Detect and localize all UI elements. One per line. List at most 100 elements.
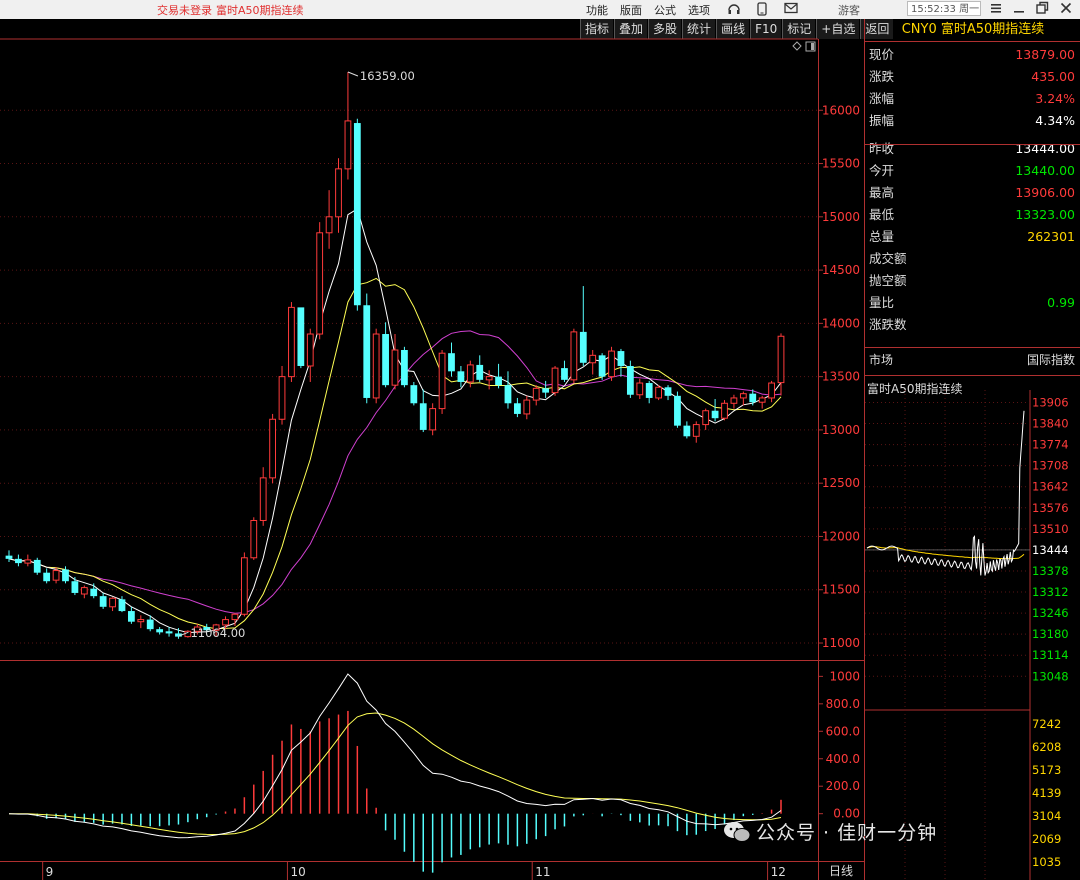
title-bar: 交易未登录 富时A50期指连续 功能 版面 公式 选项 游客 15:52:33 … — [0, 0, 1080, 19]
candle-body-up — [777, 335, 785, 384]
candle-body-down — [297, 307, 305, 366]
quote-value: 262301 — [1027, 229, 1075, 244]
candle-body-down — [33, 559, 41, 573]
restore-icon[interactable] — [1036, 1, 1049, 18]
price-tick-label: 14000 — [822, 316, 860, 330]
price-tick-label: 12000 — [822, 529, 860, 543]
market-label: 市场 — [869, 353, 894, 367]
menu-options[interactable]: 选项 — [688, 2, 710, 18]
quote-value: 13323.00 — [1015, 207, 1075, 222]
watermark-text: 公众号 · 佳财一分钟 — [756, 822, 938, 844]
quote-label: 现价 — [869, 47, 895, 62]
menu-icon[interactable] — [990, 1, 1002, 18]
candle-body-up — [589, 354, 597, 364]
mini-price-label: 13774 — [1032, 438, 1069, 452]
candle-body-up — [222, 619, 229, 626]
macd-tick-label: 200.0 — [826, 779, 860, 793]
price-tick-label: 16000 — [822, 103, 860, 117]
candle-body-down — [382, 334, 389, 386]
quote-value: 4.34% — [1035, 113, 1075, 128]
mini-volume-label: 6208 — [1032, 740, 1061, 754]
quote-label: 涨幅 — [869, 91, 895, 106]
candle-body-up — [269, 418, 276, 479]
candle-body-up — [278, 376, 286, 420]
quote-value: 13906.00 — [1015, 185, 1075, 200]
quote-label: 振幅 — [869, 113, 895, 128]
quote-row: 最高 13906.00 — [867, 182, 1077, 204]
mini-price-label: 13246 — [1032, 606, 1069, 620]
quote-row: 现价 13879.00 — [867, 44, 1077, 66]
candle-body-down — [410, 385, 418, 404]
candle-body-down — [598, 355, 606, 377]
candle-body-down — [683, 425, 691, 437]
mini-price-label: 13378 — [1032, 564, 1069, 578]
quote-label: 最高 — [869, 185, 895, 200]
quote-row: 涨幅 3.24% — [867, 88, 1077, 110]
candle-body-up — [372, 333, 380, 399]
headset-icon[interactable] — [727, 2, 741, 19]
candle-body-down — [645, 383, 653, 398]
quote-name: 富时A50期指连续 — [940, 22, 1045, 37]
candle-body-up — [240, 557, 248, 615]
candle-body-up — [259, 477, 267, 521]
mini-price-label: 13840 — [1032, 417, 1069, 431]
date-label: 10 — [290, 865, 305, 879]
intraday-chart[interactable]: 13906 13840 13774 13708 13642 13576 13510 13444… — [865, 390, 1080, 880]
candle-body-down — [495, 376, 502, 386]
candle-body-up — [335, 168, 342, 218]
user-label[interactable]: 游客 — [838, 2, 860, 18]
mini-volume-label: 3104 — [1032, 809, 1061, 823]
quote-label: 最低 — [869, 207, 895, 222]
minimize-icon[interactable] — [1013, 1, 1025, 18]
diamond-icon — [792, 41, 802, 51]
price-gridlines — [0, 109, 818, 644]
candle-body-up — [316, 232, 324, 335]
quote-label: 总量 — [869, 229, 895, 244]
candle-body-up — [438, 352, 446, 410]
candle-body-up — [692, 424, 700, 437]
phone-icon[interactable] — [756, 2, 768, 19]
menu-formula[interactable]: 公式 — [654, 2, 676, 18]
candle-body-down — [514, 403, 521, 414]
kline-chart[interactable]: 11000 11500 12000 12500 13000 13500 14000 14500… — [0, 19, 864, 880]
mini-price-label: 13048 — [1032, 669, 1069, 683]
login-status[interactable]: 交易未登录 — [157, 2, 212, 18]
candle-body-up — [485, 376, 493, 381]
price-tick-label: 13000 — [822, 423, 860, 437]
mini-volume-label: 1035 — [1032, 855, 1061, 869]
mini-volume-label: 4139 — [1032, 786, 1061, 800]
quote-separator — [865, 347, 1080, 348]
mini-price-label: 13576 — [1032, 501, 1069, 515]
candle-body-up — [109, 597, 116, 608]
candle-body-down — [401, 350, 408, 386]
quote-value: 435.00 — [1031, 69, 1075, 84]
date-label: 12 — [771, 865, 786, 879]
candle-body-down — [363, 305, 371, 398]
quote-row: 量比 0.99 — [867, 292, 1077, 314]
quote-row: 成交额 — [867, 248, 1077, 270]
candle-body-down — [5, 555, 13, 559]
candle-body-down — [579, 331, 587, 363]
candle-body-up — [702, 410, 710, 426]
price-tick-label: 15500 — [822, 157, 860, 171]
mail-icon[interactable] — [784, 2, 798, 17]
menu-function[interactable]: 功能 — [586, 2, 608, 18]
candle-body-down — [15, 558, 22, 564]
menu-layout[interactable]: 版面 — [620, 2, 642, 18]
chart-corner-icons[interactable] — [792, 41, 816, 52]
close-icon[interactable] — [1060, 1, 1072, 18]
quote-value: 13440.00 — [1015, 163, 1075, 178]
candle-body-down — [542, 388, 550, 393]
clock-display: 15:52:33 周一 — [907, 1, 981, 16]
candle-body-down — [711, 410, 719, 419]
candle-body-up — [655, 386, 662, 399]
mini-average-line — [866, 546, 1025, 560]
mini-price-label: 13510 — [1032, 522, 1069, 536]
candle-body-down — [90, 588, 98, 597]
period-label[interactable]: 日线 — [829, 864, 853, 878]
ma10-line — [8, 277, 782, 630]
candle-body-up — [721, 402, 728, 419]
mini-price-label: 13312 — [1032, 585, 1069, 599]
instrument-title: 富时A50期指连续 — [216, 4, 304, 17]
candle-body-up — [758, 397, 766, 403]
